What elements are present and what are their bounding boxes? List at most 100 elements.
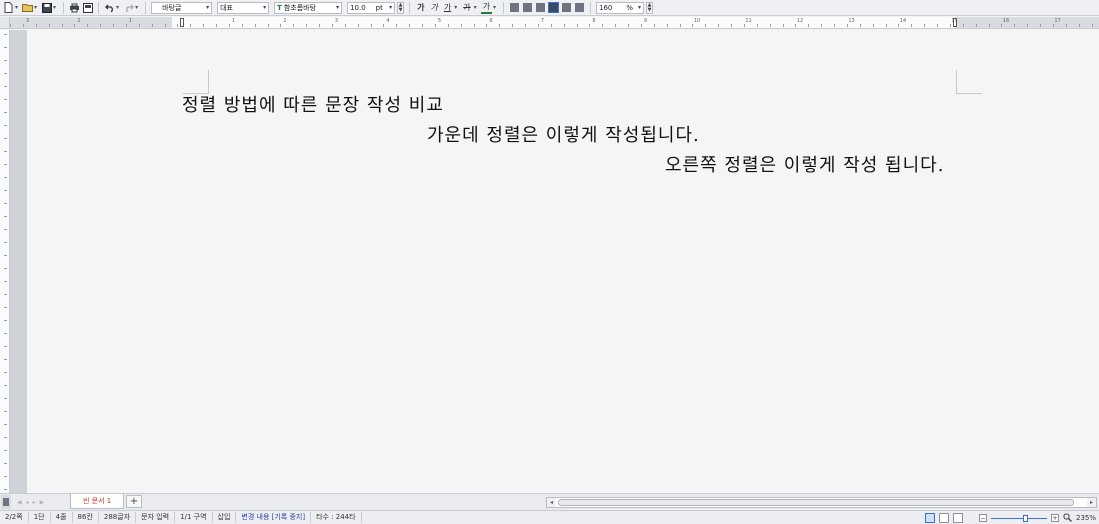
zoom-level[interactable]: 235% [1076,514,1096,522]
ruler-number: 4 [386,18,390,24]
ruler-tick [666,24,668,27]
sheet-menu-icon[interactable] [1,495,11,509]
undo-icon[interactable] [104,1,115,14]
ruler-tick [692,24,694,27]
vertical-ruler-tick [4,99,7,100]
italic-button[interactable]: 가 [428,1,439,14]
ruler-tick [628,24,629,27]
magnifier-icon[interactable] [1063,512,1072,524]
page-view-icon[interactable] [938,513,949,523]
align-justify-icon[interactable] [510,3,519,12]
save-dropdown-icon[interactable]: ▾ [53,4,56,11]
align-divide-icon[interactable] [575,3,584,12]
line-spacing-stepper[interactable]: ▲ ▼ [646,1,653,14]
prev-tab-icon[interactable]: ◂ [26,499,29,506]
web-view-icon[interactable] [952,513,963,523]
status-insert-mode[interactable]: 삽입 [213,512,237,523]
ruler-tick [525,24,526,27]
tab-document-1[interactable]: 빈 문서 1 [70,494,125,509]
separator [145,1,147,14]
ruler-tick [576,24,578,27]
align-center-icon[interactable] [536,3,545,12]
font-select[interactable]: T 함초롬바탕 ▾ [274,1,343,14]
left-indent-marker[interactable] [180,18,184,27]
new-document-icon[interactable] [3,1,14,14]
ruler-tick [834,24,835,27]
horizontal-scrollbar[interactable]: ◂ ▸ [546,497,1097,508]
ruler-tick [164,24,166,27]
undo-dropdown-icon[interactable]: ▾ [116,4,119,11]
separator [590,1,591,14]
align-left-icon[interactable] [523,3,532,12]
first-tab-icon[interactable]: ◀ [17,499,22,506]
doc-line-title[interactable]: 정렬 방법에 따른 문장 작성 비교 [182,91,444,117]
open-dropdown-icon[interactable]: ▾ [34,4,37,11]
font-size-input[interactable]: 10.0 pt ▾ [347,1,396,14]
vertical-ruler-tick [4,424,7,425]
separator [63,1,65,14]
save-icon[interactable] [41,1,52,14]
normal-view-icon[interactable] [924,513,935,523]
ruler-tick [743,24,745,27]
scroll-left-icon[interactable]: ◂ [547,498,556,507]
new-dropdown-icon[interactable]: ▾ [15,4,18,11]
status-col-pos: 86칸 [73,512,99,523]
ruler-number: 2 [77,18,81,24]
doc-line-right[interactable]: 오른쪽 정렬은 이렇게 작성 됩니다. [665,151,944,177]
ruler-tick [228,24,230,27]
redo-icon[interactable] [123,1,134,14]
strikethrough-button[interactable]: 가 [461,1,472,14]
align-right-icon[interactable] [548,2,559,13]
ruler-tick [898,24,900,27]
line-spacing-input[interactable]: 160 % ▾ [596,1,644,14]
ruler-tick [975,24,977,27]
scrollbar-thumb[interactable] [558,499,1074,506]
zoom-slider[interactable] [990,514,1047,522]
ruler-tick [319,24,320,27]
font-size-stepper[interactable]: ▲ ▼ [397,1,405,14]
scroll-right-icon[interactable]: ▸ [1087,498,1096,507]
ruler-tick [924,24,926,27]
status-track-changes[interactable]: 변경 내용 [기록 중지] [236,512,312,523]
align-distribute-icon[interactable] [562,3,571,12]
ruler-tick [808,24,810,27]
zoom-out-icon[interactable]: − [978,514,987,522]
chevron-down-icon: ▾ [637,4,641,11]
document-page[interactable]: 정렬 방법에 따른 문장 작성 비교 가운데 정렬은 이렇게 작성됩니다. 오른… [27,30,1099,493]
ruler-tick [61,24,63,27]
ruler-tick [872,24,874,27]
horizontal-ruler[interactable]: 3 2 1 1 2 3 4 5 6 7 8 9 10 11 12 13 14 15 16 17 [10,17,1099,29]
font-size-value: 10.0 [350,3,366,12]
vertical-ruler-tick [4,60,7,61]
font-color-dropdown-icon[interactable]: ▾ [493,4,496,11]
add-tab-button[interactable]: + [126,495,142,508]
next-tab-icon[interactable]: ▸ [33,499,36,506]
doc-line-center[interactable]: 가운데 정렬은 이렇게 작성됩니다. [427,121,700,147]
style-select[interactable]: 바탕글 ▾ [151,1,213,14]
vertical-ruler-tick [4,47,7,48]
font-color-button[interactable]: 가 [480,1,492,14]
vertical-ruler-tick [4,138,7,139]
underline-button[interactable]: 가 [442,1,453,14]
tab-navigation: ◀ ◂ ▸ ▶ [17,499,44,506]
status-page[interactable]: 2/2쪽 [0,512,29,523]
ruler-tick [1091,24,1093,27]
ruler-number: 2 [283,18,287,24]
font-size-unit: pt [375,3,383,12]
view-controls: − + 235% [924,512,1096,524]
preview-icon[interactable] [82,1,93,14]
last-tab-icon[interactable]: ▶ [40,499,45,506]
chevron-down-icon: ▾ [336,4,340,11]
open-folder-icon[interactable] [22,1,34,14]
zoom-slider-knob[interactable] [1022,514,1028,522]
language-select[interactable]: 대표 ▾ [217,1,270,14]
redo-dropdown-icon[interactable]: ▾ [135,4,138,11]
underline-dropdown-icon[interactable]: ▾ [454,4,457,11]
ruler-number: 10 [693,18,701,24]
vertical-ruler[interactable] [0,30,10,493]
zoom-in-icon[interactable]: + [1050,514,1059,522]
bold-button[interactable]: 가 [415,1,426,14]
print-icon[interactable] [69,1,80,14]
ruler-corner[interactable] [0,17,10,29]
strike-dropdown-icon[interactable]: ▾ [474,4,477,11]
